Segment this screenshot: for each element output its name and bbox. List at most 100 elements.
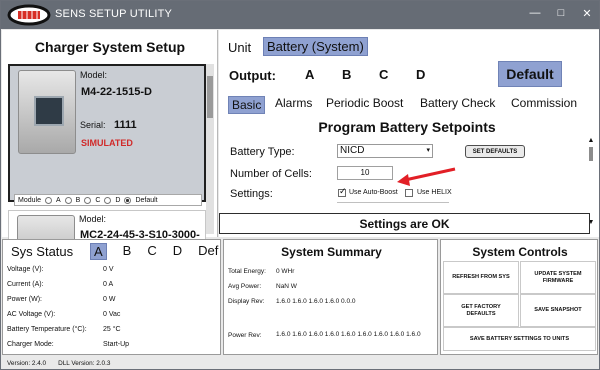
settings-label: Settings: [230,188,273,200]
helix-checkbox[interactable] [405,189,413,197]
tab-unit[interactable]: Unit [228,40,251,55]
system-controls-title: System Controls [472,245,568,259]
total-energy-value: 0 WHr [276,268,295,275]
sys-status-title: Sys Status [11,244,74,259]
charger-system-title: Charger System Setup [34,39,186,55]
auto-boost-label[interactable]: Use Auto-Boost [349,189,398,196]
battery-settings-panel: Unit Battery (System) Output: A B C D De… [219,30,599,237]
output-a-button[interactable]: A [305,67,314,82]
system-summary-title: System Summary [281,245,382,259]
title-bar: SENS SETUP UTILITY — □ ✕ [1,1,599,29]
output-label: Output: [229,68,276,83]
display-rev-label: Display Rev: [228,298,265,305]
module-option-c[interactable]: C [95,197,100,204]
status-tab-d[interactable]: D [173,243,182,260]
voltage-value: 0 V [103,266,114,273]
power-rev-label: Power Rev: [228,332,262,339]
system-summary-panel: System Summary Total Energy: 0 WHr Avg P… [223,239,438,355]
model-label: Model: [80,70,108,80]
module-option-default[interactable]: Default [135,197,157,204]
chevron-down-icon: ▾ [426,147,430,154]
ac-voltage-label: AC Voltage (V): [7,311,56,318]
model-label-secondary: Model: [79,214,107,224]
battery-temp-value: 25 °C [103,326,121,333]
charger-system-panel: Charger System Setup Model: M4-22-1515-D… [2,30,218,275]
output-d-button[interactable]: D [416,67,425,82]
avg-power-value: NaN W [276,283,297,290]
subtab-basic[interactable]: Basic [228,96,266,114]
module-option-d[interactable]: D [115,197,120,204]
output-c-button[interactable]: C [379,67,388,82]
charger-model-value: M4-22-1515-D [81,86,152,98]
display-rev-value: 1.6.0 1.6.0 1.6.0 1.6.0 0.0.0 [276,298,356,305]
power-rev-value: 1.6.0 1.6.0 1.6.0 1.6.0 1.6.0 1.6.0 1.6.… [276,331,421,338]
save-battery-settings-button[interactable]: SAVE BATTERY SETTINGS TO UNITS [443,327,596,351]
voltage-label: Voltage (V): [7,266,44,273]
cells-input[interactable]: 10 [337,166,393,180]
charger-mode-label: Charger Mode: [7,341,54,348]
tab-battery-system[interactable]: Battery (System) [263,37,368,56]
red-arrow-icon [397,167,456,186]
current-label: Current (A): [7,281,44,288]
battery-type-value: NICD [340,145,365,156]
status-tab-c[interactable]: C [147,243,156,260]
sys-status-tabs: A B C D Def [90,243,218,260]
battery-type-select[interactable]: NICD ▾ [337,144,433,158]
serial-label: Serial: [80,120,106,130]
cells-label: Number of Cells: [230,168,312,180]
module-radio-b[interactable] [64,196,72,204]
module-radio-a[interactable] [44,196,52,204]
simulated-status: SIMULATED [81,138,133,148]
right-scroll-thumb[interactable] [589,147,593,161]
subtab-alarms[interactable]: Alarms [275,96,312,110]
settings-status-bar: Settings are OK [219,213,590,234]
subtab-periodic-boost[interactable]: Periodic Boost [326,96,403,110]
module-option-a[interactable]: A [56,197,61,204]
close-icon[interactable]: ✕ [581,7,593,20]
save-snapshot-button[interactable]: SAVE SNAPSHOT [520,294,596,327]
program-setpoints-title: Program Battery Setpoints [318,119,496,135]
left-scroll-thumb[interactable] [207,76,213,118]
module-radio-c[interactable] [84,196,92,204]
helix-label[interactable]: Use HELIX [417,189,452,196]
settings-underline [337,202,449,203]
charger-card-selected[interactable]: Model: M4-22-1515-D Serial: 1111 SIMULAT… [8,64,206,206]
total-energy-label: Total Energy: [228,268,266,275]
sys-status-panel: Sys Status A B C D Def Voltage (V): 0 V … [2,239,221,355]
module-radio-d[interactable] [104,196,112,204]
get-factory-defaults-button[interactable]: GET FACTORY DEFAULTS [443,294,519,327]
serial-value: 1111 [114,119,137,131]
module-radio-default[interactable] [124,196,132,204]
status-tab-def[interactable]: Def [198,243,218,260]
status-tab-a[interactable]: A [90,243,107,260]
charger-mode-value: Start-Up [103,341,130,348]
refresh-from-sys-button[interactable]: REFRESH FROM SYS [443,261,519,294]
system-controls-panel: System Controls REFRESH FROM SYS UPDATE … [440,239,598,355]
power-label: Power (W): [7,296,42,303]
battery-type-label: Battery Type: [230,146,295,158]
avg-power-label: Avg Power: [228,283,262,290]
output-default-button[interactable]: Default [498,61,562,87]
version-text: Version: 2.4.0 [7,359,47,367]
subtab-commission[interactable]: Commission [511,96,577,110]
current-value: 0 A [103,281,114,288]
sens-logo-icon [7,4,51,26]
ac-voltage-value: 0 Vac [103,311,121,318]
module-selector: Module A B C D Default [14,194,202,206]
set-defaults-button[interactable]: SET DEFAULTS [465,145,525,158]
update-firmware-button[interactable]: UPDATE SYSTEM FIRMWARE [520,261,596,294]
subtab-battery-check[interactable]: Battery Check [420,96,495,110]
scroll-up-icon[interactable]: ▲ [587,137,595,144]
left-scrollbar[interactable] [206,64,214,234]
output-b-button[interactable]: B [342,67,351,82]
maximize-icon[interactable]: □ [555,7,567,20]
minimize-icon[interactable]: — [529,7,541,20]
module-option-b[interactable]: B [76,197,81,204]
status-tab-b[interactable]: B [123,243,132,260]
battery-temp-label: Battery Temperature (°C): [7,326,87,333]
auto-boost-checkbox[interactable] [338,186,347,197]
dll-version-text: DLL Version: 2.0.3 [58,359,111,367]
window-title: SENS SETUP UTILITY [55,8,173,20]
charger-device-image [18,70,76,154]
version-footer: Version: 2.4.0 DLL Version: 2.0.3 [1,356,599,369]
